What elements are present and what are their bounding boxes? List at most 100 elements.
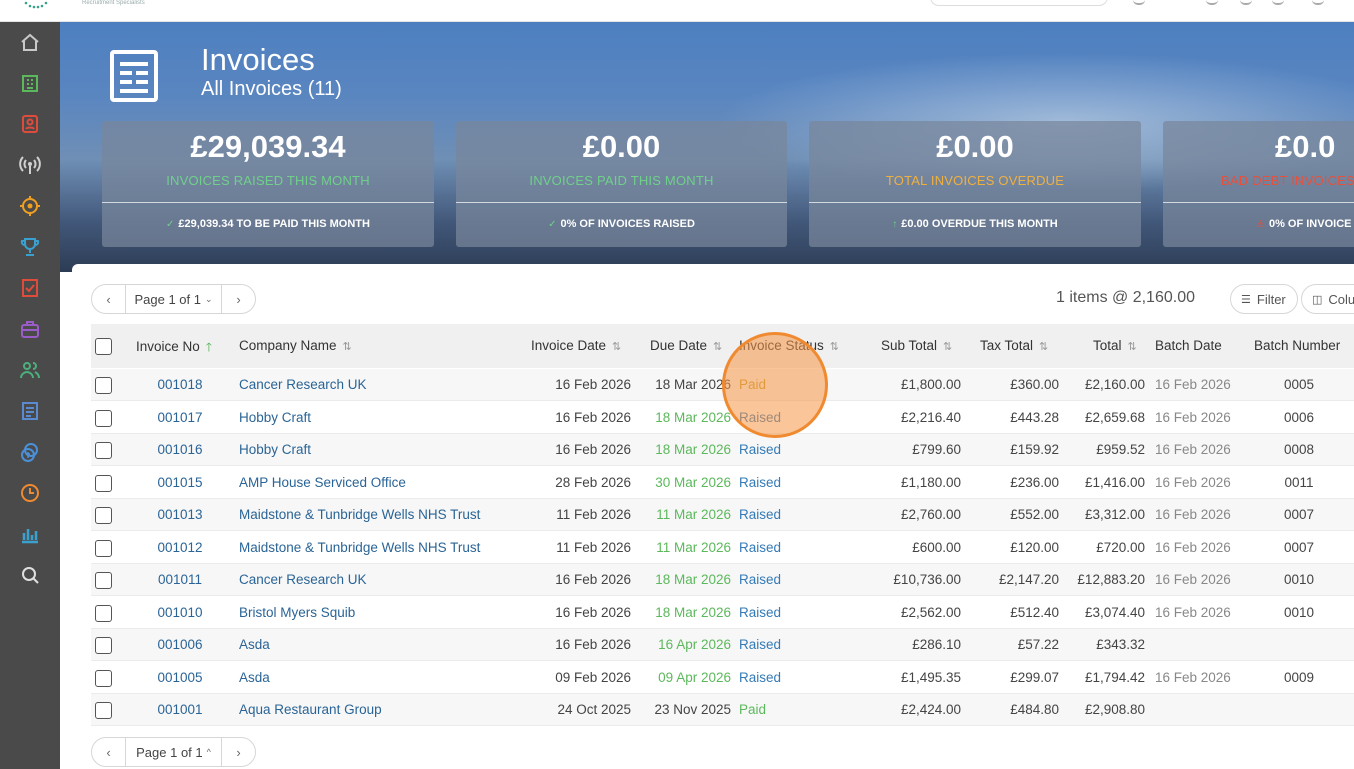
trophy-icon	[20, 238, 40, 256]
batch-date: 16 Feb 2026	[1155, 572, 1231, 587]
company-name-link[interactable]: Maidstone & Tunbridge Wells NHS Trust	[239, 540, 480, 555]
col-invoice-no[interactable]: Invoice No 🡑	[136, 338, 212, 359]
next-page-button[interactable]: ›	[222, 745, 255, 760]
invoice-number-link[interactable]: 001001	[147, 702, 213, 717]
document-icon	[22, 402, 38, 420]
columns-button[interactable]: ◫ Colu	[1301, 284, 1354, 314]
col-total[interactable]: Total ⇅	[1093, 338, 1137, 353]
check-icon: ✓	[548, 219, 557, 230]
sidebar-item-search[interactable]	[16, 561, 44, 589]
stat-card-paid[interactable]: £0.00 INVOICES PAID THIS MONTH ✓ 0% OF IN…	[456, 121, 787, 247]
pagination-top: ‹ Page 1 of 1 ⌄ ›	[91, 284, 256, 314]
col-sub-total[interactable]: Sub Total ⇅	[881, 338, 952, 353]
row-checkbox[interactable]	[95, 539, 112, 557]
sidebar-item-companies[interactable]	[16, 69, 44, 97]
sidebar-item-finance[interactable]	[16, 438, 44, 466]
next-page-button[interactable]: ›	[222, 292, 255, 307]
row-checkbox[interactable]	[95, 409, 112, 427]
row-checkbox[interactable]	[95, 474, 112, 492]
sidebar-item-home[interactable]	[16, 28, 44, 56]
sidebar-item-candidates[interactable]	[16, 356, 44, 384]
sidebar-item-broadcast[interactable]	[16, 151, 44, 179]
table-row[interactable]: 001016 Hobby Craft 16 Feb 2026 18 Mar 20…	[91, 434, 1354, 466]
settings-icon[interactable]	[1206, 0, 1218, 5]
stat-card-bad-debt[interactable]: £0.0 BAD DEBT INVOICES ⚠ 0% OF INVOICE	[1163, 121, 1354, 247]
col-due-date[interactable]: Due Date ⇅	[650, 338, 722, 353]
row-checkbox[interactable]	[95, 572, 112, 589]
row-checkbox[interactable]	[95, 669, 112, 687]
sidebar-item-contacts[interactable]	[16, 110, 44, 138]
company-name-link[interactable]: Hobby Craft	[239, 410, 311, 425]
table-row[interactable]: 001015 AMP House Serviced Office 28 Feb …	[91, 467, 1354, 499]
sidebar-item-tasks[interactable]	[16, 274, 44, 302]
row-checkbox[interactable]	[95, 702, 112, 719]
company-name-link[interactable]: Maidstone & Tunbridge Wells NHS Trust	[239, 507, 480, 522]
select-all-checkbox[interactable]	[95, 338, 112, 355]
company-name-link[interactable]: Asda	[239, 637, 270, 652]
sidebar-item-targets[interactable]	[16, 192, 44, 220]
sub-total: £2,424.00	[900, 702, 961, 717]
col-tax-total[interactable]: Tax Total ⇅	[980, 338, 1048, 353]
col-batch-date[interactable]: Batch Date	[1155, 338, 1222, 353]
page-select[interactable]: Page 1 of 1 ⌄	[125, 285, 222, 313]
messages-icon[interactable]	[1272, 0, 1284, 5]
row-checkbox[interactable]	[95, 604, 112, 622]
table-row[interactable]: 001011 Cancer Research UK 16 Feb 2026 18…	[91, 564, 1354, 596]
batch-date: 16 Feb 2026	[1155, 539, 1231, 555]
invoice-number-link[interactable]: 001005	[147, 670, 213, 685]
invoice-number-link[interactable]: 001018	[147, 377, 213, 392]
warning-icon: ⚠	[1256, 219, 1265, 230]
company-name-link[interactable]: Hobby Craft	[239, 442, 311, 457]
row-checkbox[interactable]	[95, 507, 112, 524]
tax-total: £57.22	[1017, 637, 1059, 652]
total: £12,883.20	[1077, 572, 1145, 587]
sidebar-item-invoices[interactable]	[16, 397, 44, 425]
invoice-number-link[interactable]: 001017	[147, 410, 213, 425]
company-name-link[interactable]: AMP House Serviced Office	[239, 475, 406, 490]
building-icon	[22, 75, 38, 92]
filter-button[interactable]: ☰ Filter	[1230, 284, 1298, 314]
due-date: 18 Mar 2026	[655, 377, 731, 392]
prev-page-button[interactable]: ‹	[92, 745, 125, 760]
row-checkbox[interactable]	[95, 442, 112, 459]
invoice-number-link[interactable]: 001006	[147, 637, 213, 652]
table-row[interactable]: 001006 Asda 16 Feb 2026 16 Apr 2026 Rais…	[91, 629, 1354, 661]
sidebar-item-reports[interactable]	[16, 520, 44, 548]
col-company-name[interactable]: Company Name ⇅	[239, 338, 352, 353]
invoice-number-link[interactable]: 001013	[147, 507, 213, 522]
company-name-link[interactable]: Bristol Myers Squib	[239, 605, 355, 620]
table-row[interactable]: 001013 Maidstone & Tunbridge Wells NHS T…	[91, 499, 1354, 531]
user-menu-icon[interactable]	[1312, 0, 1324, 5]
page-select[interactable]: Page 1 of 1 ^	[125, 738, 222, 766]
help-icon[interactable]	[1240, 0, 1252, 5]
global-search-input[interactable]	[930, 0, 1108, 6]
stat-card-overdue[interactable]: £0.00 TOTAL INVOICES OVERDUE ↑ £0.00 OVER…	[809, 121, 1141, 247]
table-row[interactable]: 001018 Cancer Research UK 16 Feb 2026 18…	[91, 369, 1354, 401]
table-row[interactable]: 001005 Asda 09 Feb 2026 09 Apr 2026 Rais…	[91, 662, 1354, 694]
table-row[interactable]: 001010 Bristol Myers Squib 16 Feb 2026 1…	[91, 597, 1354, 629]
row-checkbox[interactable]	[95, 637, 112, 654]
table-row[interactable]: 001001 Aqua Restaurant Group 24 Oct 2025…	[91, 694, 1354, 726]
row-checkbox[interactable]	[95, 377, 112, 394]
invoice-number-link[interactable]: 001015	[147, 475, 213, 490]
table-row[interactable]: 001012 Maidstone & Tunbridge Wells NHS T…	[91, 532, 1354, 564]
col-invoice-date[interactable]: Invoice Date ⇅	[531, 338, 621, 353]
col-batch-number[interactable]: Batch Number	[1254, 338, 1340, 353]
company-name-link[interactable]: Aqua Restaurant Group	[239, 702, 382, 717]
invoice-number-link[interactable]: 001016	[147, 442, 213, 457]
company-name-link[interactable]: Cancer Research UK	[239, 377, 367, 392]
company-name-link[interactable]: Asda	[239, 670, 270, 685]
brand-logo-icon[interactable]	[22, 0, 50, 10]
invoice-number-link[interactable]: 001010	[147, 605, 213, 620]
prev-page-button[interactable]: ‹	[92, 292, 125, 307]
invoice-number-link[interactable]: 001012	[147, 540, 213, 555]
invoice-number-link[interactable]: 001011	[147, 572, 213, 587]
col-invoice-status[interactable]: Invoice Status ⇅	[739, 338, 839, 353]
sidebar-item-awards[interactable]	[16, 233, 44, 261]
notification-icon[interactable]	[1133, 0, 1145, 5]
sidebar-item-timesheets[interactable]	[16, 479, 44, 507]
company-name-link[interactable]: Cancer Research UK	[239, 572, 367, 587]
sidebar-item-jobs[interactable]	[16, 315, 44, 343]
stat-card-raised[interactable]: £29,039.34 INVOICES RAISED THIS MONTH ✓ £…	[102, 121, 434, 247]
table-row[interactable]: 001017 Hobby Craft 16 Feb 2026 18 Mar 20…	[91, 402, 1354, 434]
